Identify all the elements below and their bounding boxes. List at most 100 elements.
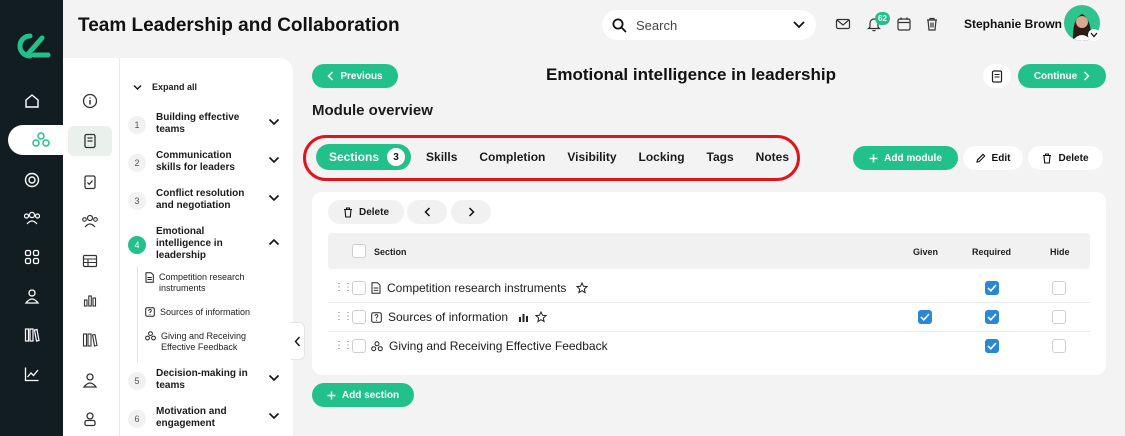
chevron-down-icon[interactable] [268,118,280,126]
hide-checkbox[interactable] [1052,339,1066,353]
hide-checkbox[interactable] [1052,310,1066,324]
search-icon [612,18,627,33]
tab-completion[interactable]: Completion [468,144,556,170]
chevron-down-icon[interactable] [268,156,280,164]
sidebar-subsection[interactable]: Sources of information [145,307,270,318]
group-icon [145,331,156,341]
user-name[interactable]: Stephanie Brown [964,17,1062,31]
column-given: Given [913,247,939,257]
drag-handle-icon[interactable]: ⋮⋮ [334,282,353,293]
sidebar-module-3[interactable]: 3 Conflict resolution and negotiation [128,188,288,212]
notes-document-button[interactable] [983,64,1011,88]
sidebar-subsection[interactable]: Competition research instruments [145,272,270,294]
home-icon[interactable] [0,86,63,116]
edit-label: Edit [991,152,1011,164]
checklist-icon[interactable] [68,167,112,197]
chevron-down-icon[interactable] [792,20,806,30]
tab-sections[interactable]: Sections 3 [316,144,412,170]
book-icon[interactable] [68,126,112,156]
sidebar-module-5[interactable]: 5 Decision-making in teams [128,368,288,392]
bar-chart-icon[interactable] [68,285,112,315]
hide-checkbox[interactable] [1052,281,1066,295]
trash-icon [1042,152,1052,164]
search-box[interactable]: Search [602,10,816,40]
select-all-checkbox[interactable] [352,244,366,258]
chevron-right-icon [1083,71,1090,81]
add-module-button[interactable]: Add module [853,146,958,170]
sidebar-subsection[interactable]: Giving and Receiving Effective Feedback [145,331,270,353]
table-icon[interactable] [68,246,112,276]
given-checkbox[interactable] [918,310,932,324]
chevron-up-icon[interactable] [268,238,280,246]
required-checkbox[interactable] [985,310,999,324]
table-row[interactable]: Competition research instruments [371,281,589,295]
person-icon[interactable] [68,365,112,395]
required-checkbox[interactable] [985,339,999,353]
target-icon[interactable] [0,165,63,195]
drag-handle-icon[interactable]: ⋮⋮ [334,311,353,322]
chevron-down-icon[interactable] [268,412,280,420]
tab-locking[interactable]: Locking [628,144,696,170]
row-select-checkbox[interactable] [352,310,366,324]
plus-icon [869,154,878,163]
table-row[interactable]: Sources of information [371,310,548,324]
subsection-title: Competition research instruments [159,272,245,293]
chevron-right-icon [468,207,475,217]
apps-icon[interactable] [0,242,63,272]
row-divider [328,331,1090,332]
user-icon[interactable] [0,281,63,311]
subsection-connector [137,266,138,362]
module-title: Building effective teams [156,112,240,135]
info-icon[interactable] [68,86,112,116]
row-title: Giving and Receiving Effective Feedback [389,339,608,353]
notification-badge: 62 [875,12,890,25]
continue-button[interactable]: Continue [1018,64,1106,88]
plus-icon [327,391,336,400]
books-icon[interactable] [68,325,112,355]
drag-handle-icon[interactable]: ⋮⋮ [334,340,353,351]
star-icon[interactable] [535,311,548,323]
library-icon[interactable] [0,320,63,350]
users-icon[interactable] [0,203,63,233]
chart-icon[interactable] [0,359,63,389]
tab-skills[interactable]: Skills [415,144,468,170]
table-row[interactable]: Giving and Receiving Effective Feedback [371,339,608,353]
avatar-chevron-icon[interactable] [1088,29,1100,41]
tab-tags[interactable]: Tags [696,144,745,170]
tab-visibility[interactable]: Visibility [556,144,627,170]
sidebar-module-6[interactable]: 6 Motivation and engagement [128,406,288,430]
chevron-down-icon[interactable] [268,374,280,382]
sidebar-collapse-button[interactable] [291,322,305,360]
move-left-button[interactable] [407,200,447,224]
team-icon[interactable] [68,206,112,236]
star-icon[interactable] [576,282,589,294]
module-number: 1 [128,116,146,134]
search-input[interactable]: Search [636,18,792,33]
chevron-down-icon[interactable] [268,194,280,202]
module-number: 2 [128,154,146,172]
module-title: Motivation and engagement [156,406,227,429]
app-logo[interactable] [12,32,52,60]
edit-button[interactable]: Edit [963,146,1023,170]
calendar-icon[interactable] [896,16,914,34]
row-select-checkbox[interactable] [352,281,366,295]
module-title: Decision-making in teams [156,368,248,391]
person-badge-icon[interactable] [68,404,112,434]
delete-module-button[interactable]: Delete [1028,146,1103,170]
required-checkbox[interactable] [985,281,999,295]
mail-icon[interactable] [835,16,853,34]
sidebar-module-1[interactable]: 1 Building effective teams [128,112,288,136]
subsection-title: Sources of information [160,307,251,317]
move-right-button[interactable] [451,200,491,224]
add-section-button[interactable]: Add section [312,383,414,407]
bar-chart-icon[interactable] [518,312,529,323]
tab-notes[interactable]: Notes [745,144,800,170]
group-icon [371,340,383,352]
sidebar-module-4[interactable]: 4 Emotional intelligence in leadership [128,226,288,262]
delete-sections-button[interactable]: Delete [328,200,404,224]
row-select-checkbox[interactable] [352,339,366,353]
column-required: Required [972,247,1012,257]
trash-icon[interactable] [924,16,942,34]
sidebar-module-2[interactable]: 2 Communication skills for leaders [128,150,288,174]
document-icon [145,272,154,283]
